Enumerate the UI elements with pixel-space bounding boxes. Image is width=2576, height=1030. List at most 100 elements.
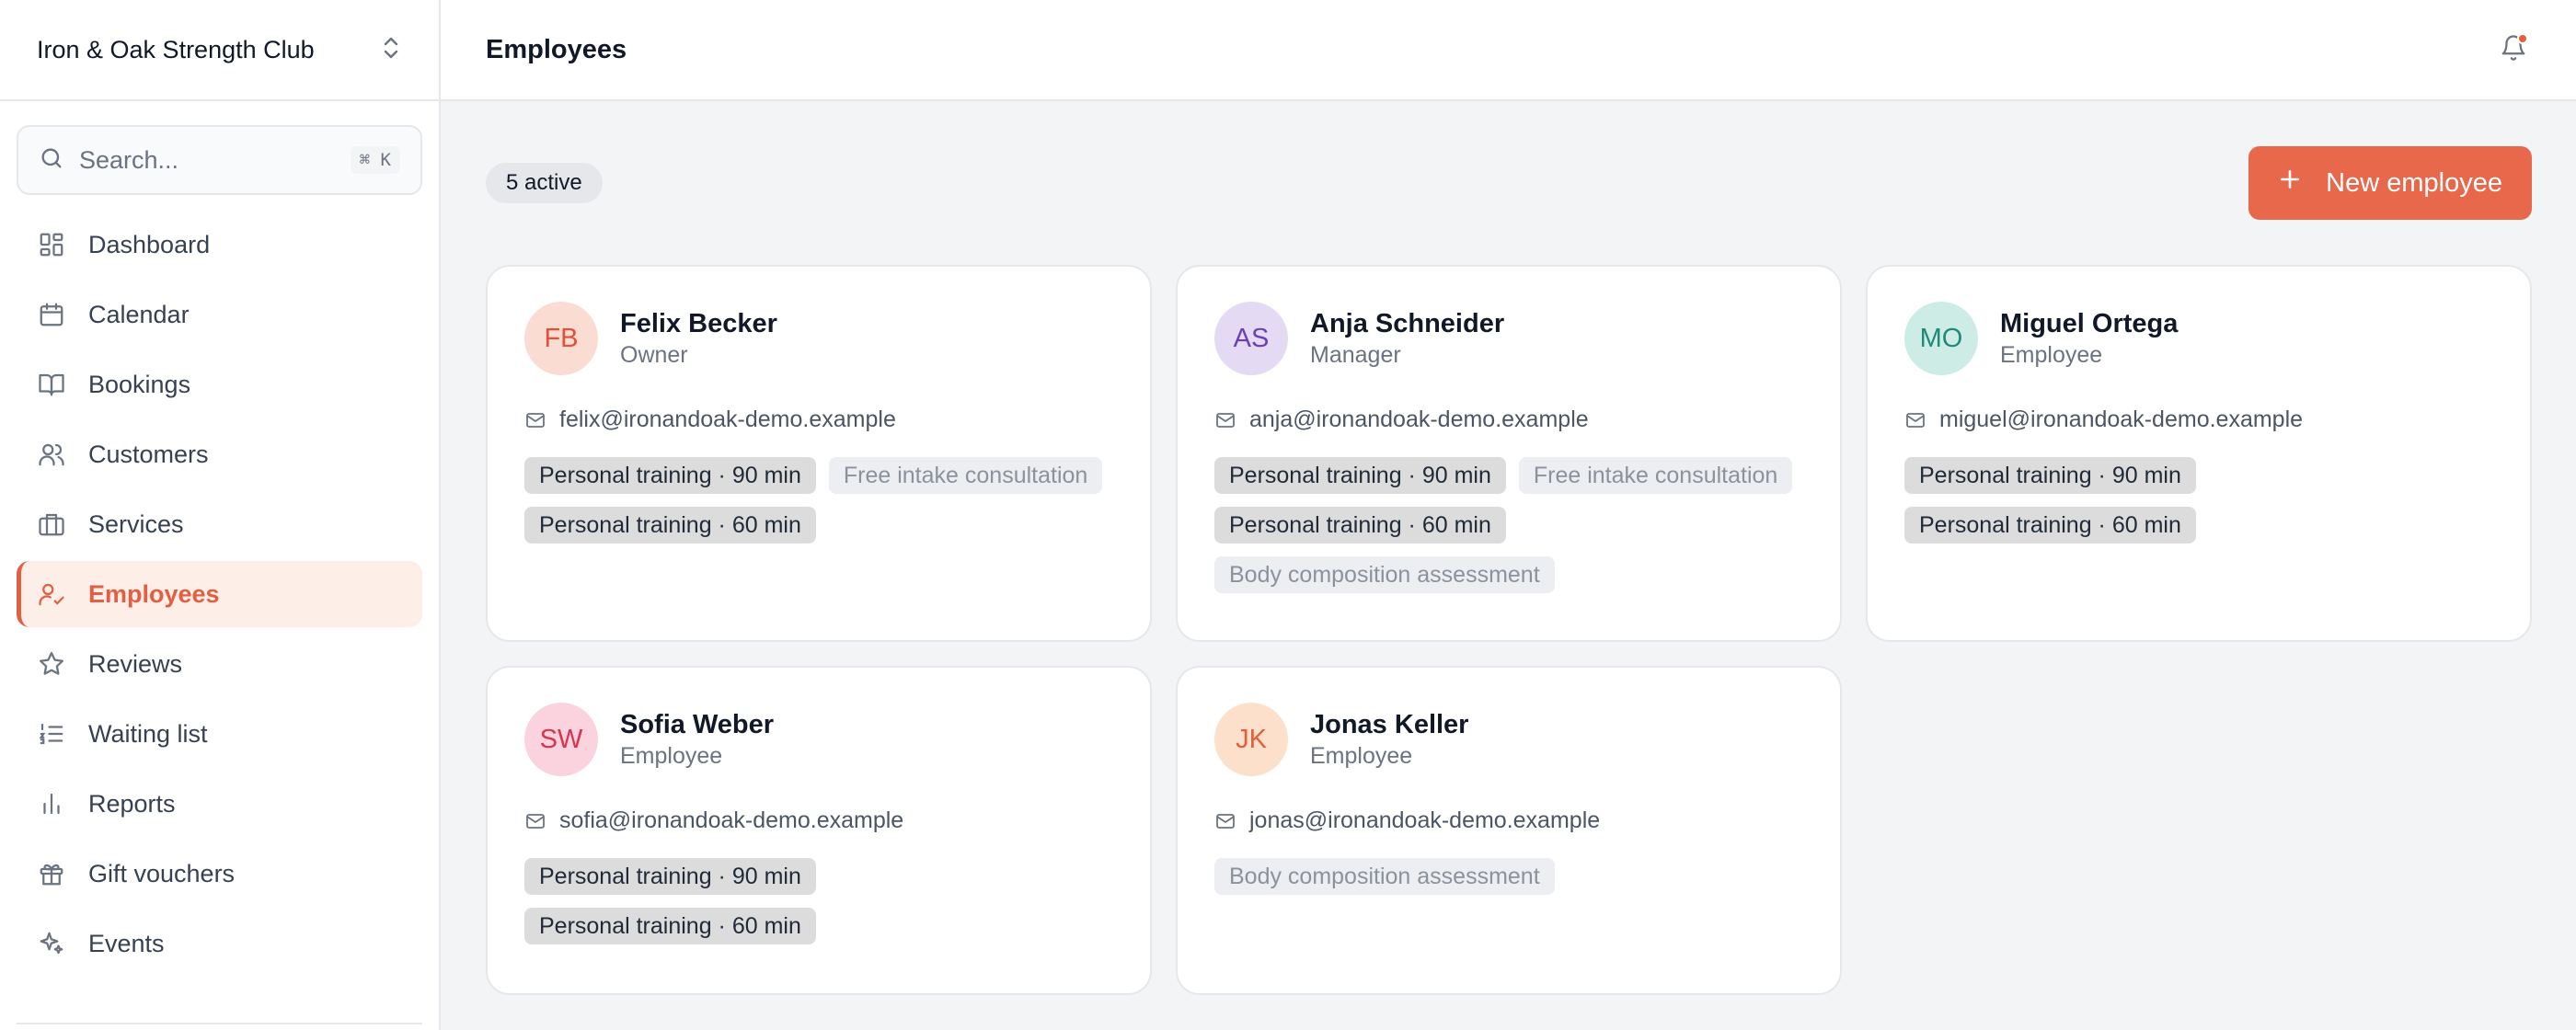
employee-card[interactable]: JK Jonas Keller Employee jonas@ironandoa… [1176,666,1842,995]
sidebar-item-label: Services [88,509,184,538]
sidebar-item-employees[interactable]: Employees [17,561,422,627]
employee-card[interactable]: FB Felix Becker Owner felix@ironandoak-d… [486,265,1152,642]
employees-content: 5 active New employee FB Felix Becker Ow… [441,101,2576,1030]
book-open-icon [37,370,66,399]
avatar: MO [1904,302,1978,375]
new-employee-button[interactable]: New employee [2248,146,2532,220]
employee-card[interactable]: MO Miguel Ortega Employee miguel@ironand… [1866,265,2532,642]
notifications-button[interactable] [2495,31,2532,68]
gift-icon [37,859,66,888]
org-switcher[interactable]: Iron & Oak Strength Club [0,0,439,101]
sidebar-item-label: Gift vouchers [88,859,236,887]
top-bar: Employees [441,0,2576,101]
sidebar-item-events[interactable]: Events [17,910,422,977]
employee-role: Employee [2000,342,2103,368]
list-ordered-icon [37,719,66,749]
employee-name: Sofia Weber [620,710,775,739]
sidebar-item-dashboard[interactable]: Dashboard [17,212,422,278]
calendar-icon [37,300,66,329]
service-tag: Body composition assessment [1214,858,1555,895]
sidebar-item-customers[interactable]: Customers [17,421,422,487]
sidebar-item-label: Bookings [88,370,191,398]
briefcase-icon [37,509,66,539]
service-tag: Personal training · 90 min [1904,457,2196,494]
email-text: miguel@ironandoak-demo.example [1939,406,2304,432]
new-employee-label: New employee [2326,167,2502,198]
star-icon [37,649,66,679]
email-text: felix@ironandoak-demo.example [559,406,896,432]
users-icon [37,440,66,469]
employee-card[interactable]: AS Anja Schneider Manager anja@ironandoa… [1176,265,1842,642]
sidebar-item-label: Calendar [88,300,190,328]
sidebar: Iron & Oak Strength Club Search... ⌘ K D… [0,0,441,1030]
mail-icon [1214,409,1236,431]
service-tag: Personal training · 60 min [1214,507,1506,544]
employee-role: Employee [1310,743,1413,769]
org-name: Iron & Oak Strength Club [37,35,315,63]
sidebar-item-services[interactable]: Services [17,491,422,557]
service-tags: Personal training · 90 min Free intake c… [524,457,1113,544]
search-icon [39,145,64,176]
employee-name: Jonas Keller [1310,710,1469,739]
dashboard-icon [37,230,66,259]
sidebar-item-label: Waiting list [88,719,208,748]
sidebar-item-bookings[interactable]: Bookings [17,351,422,418]
search-input[interactable]: Search... ⌘ K [17,125,422,195]
employee-email: anja@ironandoak-demo.example [1214,406,1803,433]
employee-role: Employee [620,743,723,769]
employee-email: sofia@ironandoak-demo.example [524,807,1113,834]
employee-card[interactable]: SW Sofia Weber Employee sofia@ironandoak… [486,666,1152,995]
sidebar-item-label: Customers [88,440,209,468]
sidebar-divider [17,1023,422,1024]
page-title: Employees [486,34,627,64]
employee-grid: FB Felix Becker Owner felix@ironandoak-d… [486,265,2532,995]
service-tag: Personal training · 60 min [524,507,816,544]
avatar: FB [524,302,598,375]
sidebar-item-reviews[interactable]: Reviews [17,631,422,697]
bar-chart-icon [37,789,66,818]
mail-icon [1904,409,1926,431]
search-shortcut: ⌘ K [350,146,400,174]
notification-dot [2517,33,2528,44]
service-tag: Body composition assessment [1214,556,1555,593]
employee-name: Anja Schneider [1310,309,1505,338]
plus-icon [2278,167,2302,199]
service-tags: Personal training · 90 min Personal trai… [524,858,837,944]
sidebar-item-calendar[interactable]: Calendar [17,281,422,348]
sidebar-item-label: Dashboard [88,230,211,258]
sidebar-nav: Dashboard Calendar Bookings Customers Se… [0,212,439,977]
user-check-icon [37,579,66,609]
service-tag: Personal training · 90 min [1214,457,1506,494]
email-text: jonas@ironandoak-demo.example [1249,807,1601,833]
avatar: AS [1214,302,1288,375]
mail-icon [524,810,546,832]
sidebar-item-label: Reviews [88,649,183,678]
employee-name: Felix Becker [620,309,777,338]
sidebar-item-waiting-list[interactable]: Waiting list [17,701,422,767]
sidebar-item-label: Employees [88,579,220,608]
service-tag: Personal training · 90 min [524,858,816,895]
email-text: anja@ironandoak-demo.example [1249,406,1589,432]
employee-email: miguel@ironandoak-demo.example [1904,406,2493,433]
sidebar-item-gift-vouchers[interactable]: Gift vouchers [17,841,422,907]
sidebar-item-label: Events [88,929,165,957]
service-tag: Personal training · 60 min [524,908,816,944]
employee-email: jonas@ironandoak-demo.example [1214,807,1803,834]
service-tags: Personal training · 90 min Free intake c… [1214,457,1803,593]
active-count-badge: 5 active [486,163,603,203]
avatar: SW [524,703,598,776]
mail-icon [1214,810,1236,832]
sidebar-item-reports[interactable]: Reports [17,771,422,837]
service-tags: Personal training · 90 min Personal trai… [1904,457,2217,544]
service-tag: Personal training · 60 min [1904,507,2196,544]
service-tag: Personal training · 90 min [524,457,816,494]
employee-role: Manager [1310,342,1401,368]
sidebar-item-label: Reports [88,789,176,818]
mail-icon [524,409,546,431]
email-text: sofia@ironandoak-demo.example [559,807,904,833]
employee-role: Owner [620,342,688,368]
search-placeholder: Search... [79,145,179,174]
employee-email: felix@ironandoak-demo.example [524,406,1113,433]
service-tag: Free intake consultation [828,457,1103,494]
chevron-up-down-icon [380,35,402,65]
